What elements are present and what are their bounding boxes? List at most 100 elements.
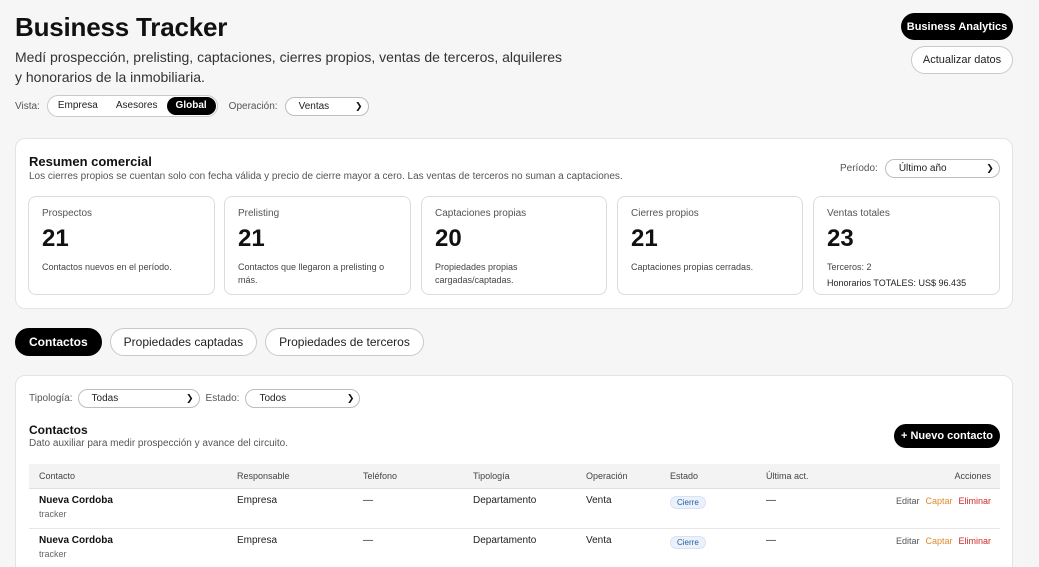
delete-link[interactable]: Eliminar <box>958 496 991 506</box>
column-header-responsable: Responsable <box>237 471 290 481</box>
tab-propiedades-terceros[interactable]: Propiedades de terceros <box>265 328 424 356</box>
contact-ultima-act: — <box>766 535 776 546</box>
metric-description: Terceros: 2 <box>827 262 872 272</box>
contact-name: Nueva Cordoba <box>39 535 113 546</box>
tipologia-select-value: Todas <box>91 393 119 404</box>
metric-description: Captaciones propias cerradas. <box>631 262 754 272</box>
tab-contactos[interactable]: Contactos <box>15 328 102 356</box>
page: Business Tracker Medí prospección, preli… <box>0 0 1025 567</box>
metric-card-prospectos: Prospectos 21 Contactos nuevos en el per… <box>28 196 215 295</box>
estado-select-value: Todos <box>259 393 287 404</box>
update-data-button[interactable]: Actualizar datos <box>911 46 1013 74</box>
vista-option-asesores[interactable]: Asesores <box>107 97 167 115</box>
metric-value: 21 <box>631 225 658 252</box>
contacts-table: Contacto Responsable Teléfono Tipología … <box>29 464 1000 567</box>
column-header-telefono: Teléfono <box>363 471 398 481</box>
metric-fees-total: Honorarios TOTALES: US$ 96.435 <box>827 278 967 288</box>
table-row: Nueva Cordoba tracker Empresa — Departam… <box>29 489 1000 529</box>
operacion-select-value: Ventas <box>298 100 330 112</box>
vista-segmented-control: Empresa Asesores Global <box>46 95 218 117</box>
contact-name: Nueva Cordoba <box>39 495 113 506</box>
contact-telefono: — <box>363 495 373 506</box>
tipologia-select[interactable]: Todas ❯ <box>77 389 200 408</box>
column-header-contacto: Contacto <box>39 471 76 481</box>
period-filter: Período: Último año ❯ <box>840 159 1000 178</box>
contacts-subtitle: Dato auxiliar para medir prospección y a… <box>29 438 289 449</box>
metric-description: Propiedades propias cargadas/captadas. <box>435 262 518 285</box>
metric-description: Contactos nuevos en el período. <box>42 262 172 272</box>
vista-option-global[interactable]: Global <box>166 97 216 115</box>
page-subtitle-line-2: y honorarios de la inmobiliaria. <box>15 69 205 85</box>
metric-label: Cierres propios <box>631 208 699 219</box>
vista-option-empresa[interactable]: Empresa <box>49 97 107 115</box>
contact-operacion: Venta <box>586 535 612 546</box>
edit-link[interactable]: Editar <box>896 536 920 546</box>
new-contact-button[interactable]: + Nuevo contacto <box>894 424 1000 448</box>
capture-link[interactable]: Captar <box>925 496 952 506</box>
page-subtitle: Medí prospección, prelisting, captacione… <box>15 47 575 87</box>
contact-operacion: Venta <box>586 495 612 506</box>
metric-card-cierres-propios: Cierres propios 21 Captaciones propias c… <box>617 196 803 295</box>
contacts-filters: Tipología: Todas ❯ Estado: Todos ❯ <box>29 389 361 408</box>
metric-value: 21 <box>238 225 265 252</box>
table-row: Nueva Cordoba tracker Empresa — Departam… <box>29 529 1000 567</box>
period-label: Período: <box>840 163 878 174</box>
vista-label: Vista: <box>15 100 40 112</box>
metric-card-prelisting: Prelisting 21 Contactos que llegaron a p… <box>224 196 411 295</box>
chevron-down-icon: ❯ <box>186 393 194 403</box>
operacion-label: Operación: <box>228 100 278 112</box>
chevron-down-icon: ❯ <box>346 393 355 403</box>
metric-label: Prospectos <box>42 208 93 219</box>
column-header-tipologia: Tipología <box>473 471 510 481</box>
period-select[interactable]: Último año ❯ <box>884 159 1000 178</box>
contact-ultima-act: — <box>766 495 776 506</box>
view-filters: Vista: Empresa Asesores Global Operación… <box>15 95 369 117</box>
chevron-down-icon: ❯ <box>355 100 363 111</box>
column-header-acciones: Acciones <box>954 471 991 481</box>
row-actions: Editar Captar Eliminar <box>896 496 991 506</box>
estado-select[interactable]: Todos ❯ <box>245 389 361 408</box>
status-badge: Cierre <box>670 496 706 509</box>
contact-source: tracker <box>39 549 67 559</box>
metric-card-captaciones-propias: Captaciones propias 20 Propiedades propi… <box>421 196 607 295</box>
column-header-ultima-act: Última act. <box>766 471 809 481</box>
metric-label: Ventas totales <box>827 208 890 219</box>
commercial-summary-card: Resumen comercial Los cierres propios se… <box>15 138 1013 309</box>
summary-title: Resumen comercial <box>29 154 152 169</box>
business-analytics-button[interactable]: Business Analytics <box>901 13 1013 40</box>
metric-value: 23 <box>827 225 854 252</box>
page-title: Business Tracker <box>15 12 228 42</box>
page-subtitle-line-1: Medí prospección, prelisting, captacione… <box>15 49 563 65</box>
tab-propiedades-captadas[interactable]: Propiedades captadas <box>109 328 258 356</box>
contact-tipologia: Departamento <box>473 535 537 546</box>
metric-value: 21 <box>42 225 69 252</box>
edit-link[interactable]: Editar <box>896 496 920 506</box>
row-actions: Editar Captar Eliminar <box>896 536 991 546</box>
metric-card-ventas-totales: Ventas totales 23 Terceros: 2 Honorarios… <box>813 196 1000 295</box>
metric-label: Captaciones propias <box>435 208 527 219</box>
estado-label: Estado: <box>205 393 240 404</box>
delete-link[interactable]: Eliminar <box>958 536 991 546</box>
contact-source: tracker <box>39 509 67 519</box>
metric-description: Contactos que llegaron a prelisting o má… <box>238 262 385 285</box>
tipologia-label: Tipología: <box>29 393 73 404</box>
metric-value: 20 <box>435 225 462 252</box>
contacts-title: Contactos <box>29 423 88 437</box>
contact-responsable: Empresa <box>237 495 278 506</box>
section-tabs: Contactos Propiedades captadas Propiedad… <box>15 328 424 356</box>
contact-telefono: — <box>363 535 373 546</box>
column-header-estado: Estado <box>670 471 699 481</box>
period-select-value: Último año <box>898 163 947 174</box>
chevron-down-icon: ❯ <box>986 163 994 173</box>
status-badge: Cierre <box>670 536 706 549</box>
contact-responsable: Empresa <box>237 535 278 546</box>
contacts-card: Tipología: Todas ❯ Estado: Todos ❯ Conta… <box>15 375 1013 567</box>
capture-link[interactable]: Captar <box>925 536 952 546</box>
column-header-operacion: Operación <box>586 471 628 481</box>
page-header: Business Tracker Medí prospección, preli… <box>15 12 1015 85</box>
table-header: Contacto Responsable Teléfono Tipología … <box>29 464 1000 489</box>
operacion-select[interactable]: Ventas ❯ <box>284 96 369 116</box>
contact-tipologia: Departamento <box>473 495 537 506</box>
metric-label: Prelisting <box>238 208 280 219</box>
summary-subtitle: Los cierres propios se cuentan solo con … <box>29 171 623 182</box>
